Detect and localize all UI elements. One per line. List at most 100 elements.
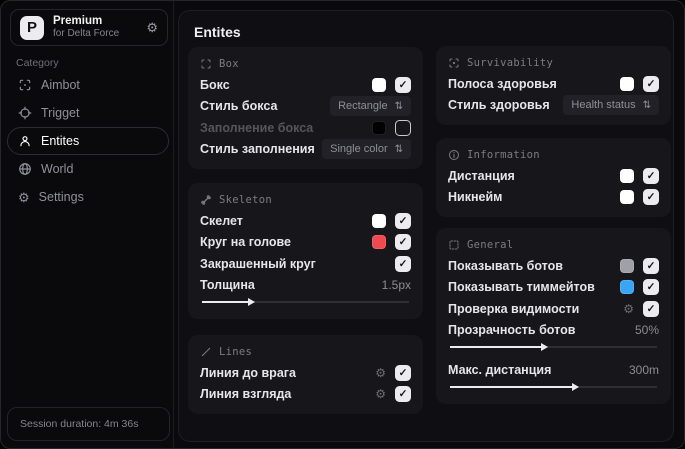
panel-header-label: Lines: [219, 346, 253, 358]
row-label: Прозрачность ботов: [448, 323, 576, 338]
distance-color-swatch[interactable]: [620, 168, 634, 183]
row-label: Показывать ботов: [448, 258, 563, 273]
slider-fill: [450, 346, 544, 348]
show-bots-checkbox[interactable]: [643, 257, 659, 274]
sidebar-item-label: Aimbot: [41, 78, 80, 92]
world-icon: [19, 163, 31, 175]
row-label: Макс. дистанция: [448, 362, 552, 377]
max-distance-value: 300m: [628, 362, 659, 377]
panel-header-label: Survivability: [467, 57, 554, 69]
row-box-fill: Заполнение бокса: [200, 117, 411, 139]
row-filled-circle: Закрашенный круг: [200, 253, 411, 275]
line-to-enemy-checkbox[interactable]: [395, 364, 411, 381]
head-circle-color-swatch[interactable]: [372, 235, 386, 250]
box-fill-color-swatch[interactable]: [372, 120, 386, 135]
left-column: Box Бокс Стиль бокса Rectangle ⇅: [188, 47, 423, 414]
box-color-swatch[interactable]: [372, 77, 386, 92]
box-fill-checkbox[interactable]: [395, 119, 411, 136]
app-logo: P: [20, 15, 44, 40]
panel-header-label: Information: [467, 149, 540, 161]
row-nickname: Никнейм: [448, 187, 659, 209]
panel-header-label: Box: [219, 58, 239, 70]
row-label: Бокс: [200, 77, 230, 92]
sidebar-item-world[interactable]: World: [7, 155, 169, 183]
nickname-checkbox[interactable]: [643, 189, 659, 206]
row-label: Линия до врага: [200, 365, 296, 380]
visibility-check-checkbox[interactable]: [643, 300, 659, 317]
skeleton-color-swatch[interactable]: [372, 213, 386, 228]
row-box-enable: Бокс: [200, 74, 411, 96]
thickness-slider[interactable]: [202, 298, 409, 306]
panel-general-header: General: [448, 239, 659, 251]
row-label: Заполнение бокса: [200, 120, 314, 135]
sidebar: P Premium for Delta Force ⚙ Category Aim…: [1, 1, 174, 448]
sidebar-item-aimbot[interactable]: Aimbot: [7, 71, 169, 99]
slider-thumb[interactable]: [572, 382, 580, 391]
trigger-icon: [18, 106, 32, 120]
brand-title: Premium: [53, 15, 103, 28]
sidebar-item-label: World: [41, 162, 74, 176]
panel-information: Information Дистанция Никнейм: [436, 138, 671, 217]
health-style-select[interactable]: Health status ⇅: [563, 95, 659, 116]
sidebar-item-trigget[interactable]: Trigget: [7, 99, 169, 127]
row-label: Никнейм: [448, 190, 503, 205]
category-label: Category: [16, 57, 59, 69]
row-fill-style: Стиль заполнения Single color ⇅: [200, 139, 411, 161]
row-view-line: Линия взгляда ⚙: [200, 384, 411, 406]
max-distance-slider[interactable]: [450, 382, 657, 391]
nickname-color-swatch[interactable]: [620, 190, 634, 205]
right-column: Survivability Полоса здоровья Стиль здор…: [436, 46, 671, 404]
fill-style-select[interactable]: Single color ⇅: [322, 139, 411, 160]
slider-fill: [202, 301, 250, 303]
box-icon: [201, 59, 211, 69]
row-max-distance: Макс. дистанция 300m: [448, 359, 659, 381]
box-enable-checkbox[interactable]: [395, 76, 411, 93]
show-bots-color-swatch[interactable]: [620, 258, 634, 273]
select-value: Rectangle: [338, 100, 388, 113]
skeleton-enable-checkbox[interactable]: [395, 212, 411, 229]
main-panel: Entites Box Бокс ✓ Стиль бокса Rectangle…: [178, 10, 674, 442]
sidebar-item-label: Entites: [41, 134, 80, 148]
app-window: P Premium for Delta Force ⚙ Category Aim…: [0, 0, 685, 449]
box-style-select[interactable]: Rectangle ⇅: [330, 96, 411, 117]
view-line-settings-icon[interactable]: ⚙: [375, 388, 386, 400]
updown-icon: ⇅: [394, 100, 403, 112]
row-thickness: Толщина 1.5px: [200, 275, 411, 297]
updown-icon: ⇅: [642, 99, 651, 111]
row-label: Толщина: [200, 278, 255, 293]
panel-skeleton-header: Skeleton: [200, 194, 411, 206]
show-teammates-checkbox[interactable]: [643, 279, 659, 296]
session-duration-box: Session duration: 4m 36s: [7, 407, 170, 441]
row-label: Дистанция: [448, 168, 515, 183]
row-label: Стиль здоровья: [448, 98, 550, 113]
sidebar-item-entites[interactable]: Entites: [7, 127, 169, 155]
panel-lines: Lines Линия до врага ⚙ Линия взгляда ⚙: [188, 335, 423, 414]
row-health-style: Стиль здоровья Health status ⇅: [448, 95, 659, 117]
row-show-teammates: Показывать тиммейтов: [448, 277, 659, 299]
row-label: Проверка видимости: [448, 301, 580, 316]
distance-checkbox[interactable]: [643, 167, 659, 184]
bot-opacity-slider[interactable]: [450, 343, 657, 351]
slider-thumb[interactable]: [541, 343, 549, 351]
general-icon: [449, 240, 459, 250]
lines-icon: [201, 347, 211, 357]
line-to-enemy-settings-icon[interactable]: ⚙: [375, 367, 386, 379]
health-bar-checkbox[interactable]: [643, 75, 659, 92]
settings-icon: ⚙: [18, 189, 30, 205]
show-teammates-color-swatch[interactable]: [620, 280, 634, 295]
row-label: Полоса здоровья: [448, 76, 557, 91]
page-title: Entites: [194, 24, 241, 40]
head-circle-checkbox[interactable]: [395, 234, 411, 251]
panel-survivability: Survivability Полоса здоровья Стиль здор…: [436, 46, 671, 125]
health-bar-color-swatch[interactable]: [620, 76, 634, 91]
view-line-checkbox[interactable]: [395, 386, 411, 403]
sidebar-item-settings[interactable]: ⚙ Settings: [7, 183, 169, 211]
slider-thumb[interactable]: [247, 298, 255, 306]
settings-gear-icon[interactable]: ⚙: [146, 20, 158, 36]
row-line-to-enemy: Линия до врага ⚙: [200, 362, 411, 384]
row-show-bots: Показывать ботов: [448, 255, 659, 277]
brand-card[interactable]: P Premium for Delta Force ⚙: [10, 9, 168, 46]
visibility-check-settings-icon[interactable]: ⚙: [623, 303, 634, 315]
filled-circle-checkbox[interactable]: [395, 255, 411, 272]
panel-skeleton: Skeleton Скелет Круг на голове: [188, 183, 423, 319]
